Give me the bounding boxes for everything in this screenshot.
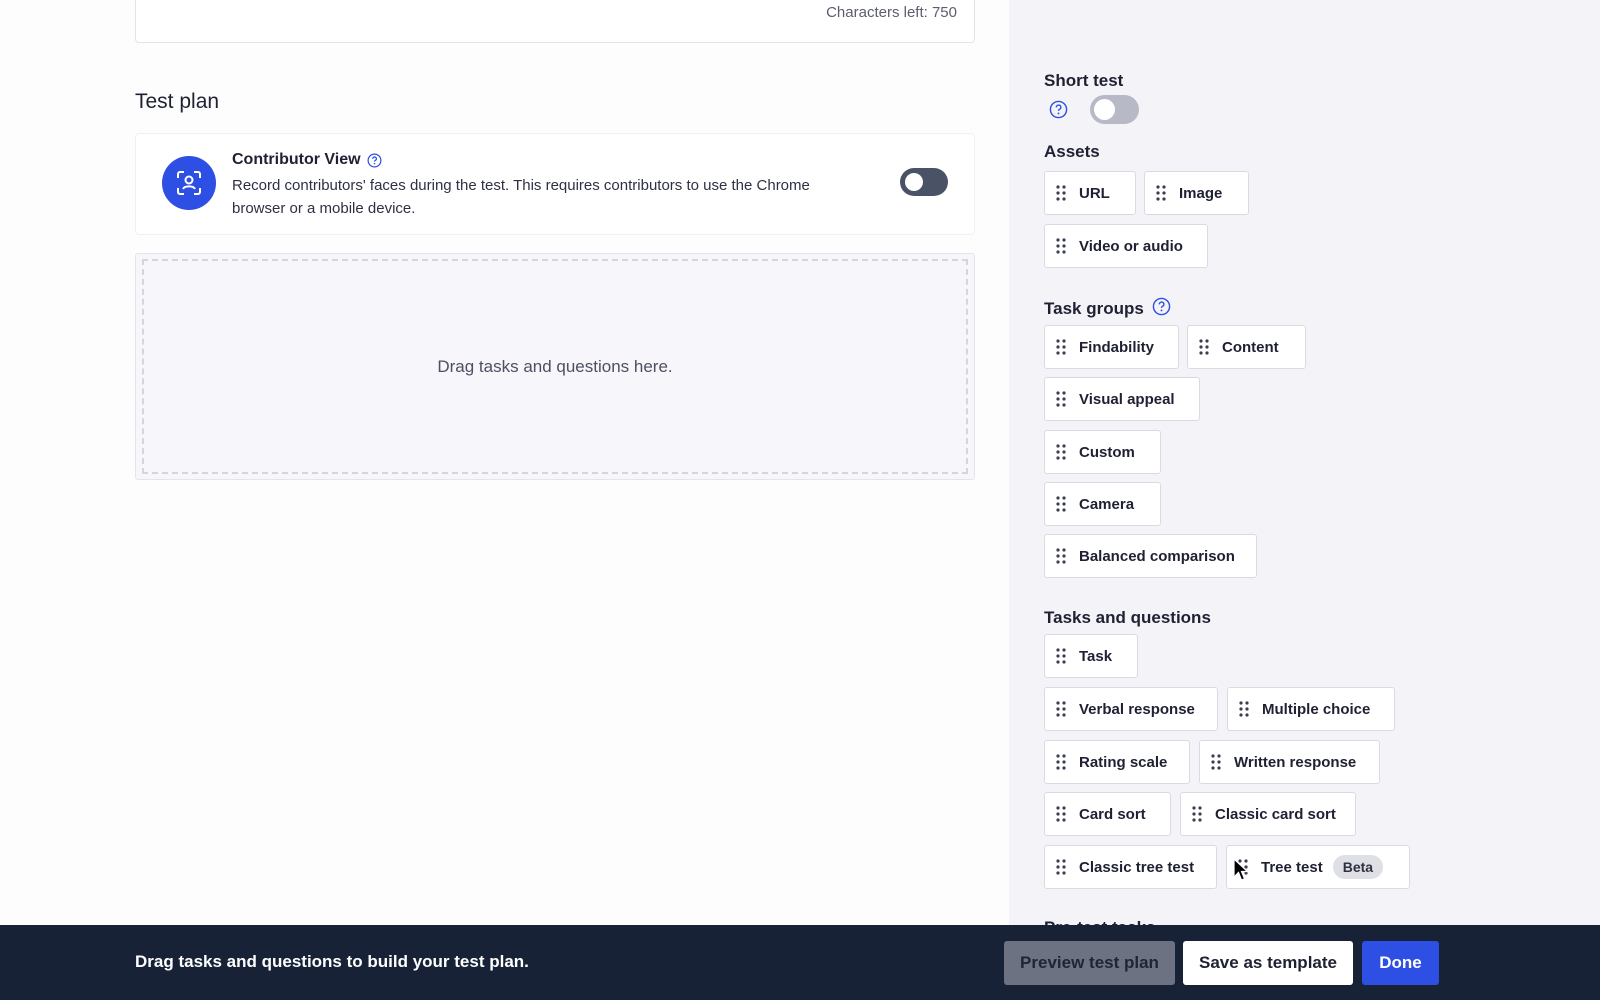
chip-label: Classic card sort (1215, 805, 1336, 823)
chip-label: Card sort (1079, 805, 1146, 823)
chip-label: Video or audio (1079, 237, 1183, 255)
question-chip-classic-card-sort[interactable]: Classic card sort (1180, 792, 1356, 836)
chip-label: Custom (1079, 443, 1135, 461)
contributor-view-description: Record contributors' faces during the te… (232, 177, 810, 217)
test-plan-dropzone[interactable]: Drag tasks and questions here. (135, 253, 975, 480)
contributor-view-toggle[interactable] (900, 168, 948, 196)
help-icon[interactable] (1152, 297, 1171, 321)
chip-label: Findability (1079, 338, 1154, 356)
done-button[interactable]: Done (1362, 941, 1439, 985)
chip-label: Visual appeal (1079, 390, 1175, 408)
short-test-heading: Short test (1044, 71, 1124, 90)
drag-grip-icon (1056, 806, 1066, 822)
task-groups-title: Task groups (1044, 299, 1144, 318)
chip-label: Balanced comparison (1079, 547, 1235, 565)
drag-grip-icon (1056, 701, 1066, 717)
asset-chip-url[interactable]: URL (1044, 171, 1136, 215)
bottom-action-bar: Drag tasks and questions to build your t… (0, 925, 1600, 1000)
question-chip-tree-test[interactable]: Tree test Beta (1226, 845, 1410, 889)
drag-grip-icon (1056, 444, 1066, 460)
question-chip-rating-scale[interactable]: Rating scale (1044, 740, 1190, 784)
task-group-chip-findability[interactable]: Findability (1044, 325, 1179, 369)
drag-grip-icon (1211, 754, 1221, 770)
help-icon[interactable] (367, 153, 382, 168)
task-groups-heading: Task groups (1044, 297, 1171, 321)
camera-face-icon (162, 156, 216, 210)
drag-grip-icon (1156, 185, 1166, 201)
drag-grip-icon (1056, 391, 1066, 407)
toggle-knob (905, 173, 923, 191)
chip-label: Image (1179, 184, 1223, 202)
drag-grip-icon (1056, 238, 1066, 254)
task-group-chip-camera[interactable]: Camera (1044, 482, 1161, 526)
chip-label: Multiple choice (1262, 700, 1371, 718)
bottom-bar-message: Drag tasks and questions to build your t… (135, 952, 529, 971)
main-content: Characters left: 750 Test plan Contribut… (0, 0, 1009, 1000)
task-library-sidebar: Short test Assets URL Image Video or aud… (1009, 0, 1600, 937)
characters-left-counter: Characters left: 750 (826, 4, 957, 21)
beta-badge: Beta (1332, 855, 1384, 879)
chip-label: Classic tree test (1079, 858, 1195, 876)
chip-label: Camera (1079, 495, 1135, 513)
chip-label: Task (1079, 647, 1113, 665)
chip-label: Rating scale (1079, 753, 1168, 771)
asset-chip-video-audio[interactable]: Video or audio (1044, 224, 1208, 268)
drag-grip-icon (1056, 185, 1066, 201)
question-chip-multiple-choice[interactable]: Multiple choice (1227, 687, 1395, 731)
drag-grip-icon (1056, 339, 1066, 355)
toggle-knob (1094, 99, 1115, 120)
drag-grip-icon (1239, 701, 1249, 717)
tasks-questions-heading: Tasks and questions (1044, 608, 1211, 627)
mouse-cursor-icon (1233, 857, 1250, 887)
question-chip-task[interactable]: Task (1044, 634, 1138, 678)
drag-grip-icon (1192, 806, 1202, 822)
contributor-view-title: Contributor View (232, 151, 361, 168)
question-chip-verbal-response[interactable]: Verbal response (1044, 687, 1218, 731)
question-chip-card-sort[interactable]: Card sort (1044, 792, 1171, 836)
save-as-template-button[interactable]: Save as template (1183, 941, 1353, 985)
preview-test-plan-button[interactable]: Preview test plan (1004, 941, 1175, 985)
assets-heading: Assets (1044, 142, 1100, 161)
contributor-view-heading: Contributor View (232, 151, 382, 169)
question-chip-written-response[interactable]: Written response (1199, 740, 1380, 784)
task-group-chip-visual-appeal[interactable]: Visual appeal (1044, 377, 1200, 421)
drag-grip-icon (1056, 496, 1066, 512)
chip-label: URL (1079, 184, 1110, 202)
contributor-view-card: Contributor View Record contributors' fa… (135, 133, 975, 235)
description-textarea[interactable]: Characters left: 750 (135, 0, 975, 43)
task-group-chip-custom[interactable]: Custom (1044, 430, 1161, 474)
help-icon[interactable] (1049, 100, 1068, 124)
drag-grip-icon (1056, 754, 1066, 770)
asset-chip-image[interactable]: Image (1144, 171, 1249, 215)
test-plan-title: Test plan (135, 90, 220, 113)
chip-label: Tree test (1261, 858, 1323, 876)
task-group-chip-content[interactable]: Content (1187, 325, 1306, 369)
chip-label: Content (1222, 338, 1279, 356)
chip-label: Verbal response (1079, 700, 1195, 718)
question-chip-classic-tree-test[interactable]: Classic tree test (1044, 845, 1217, 889)
dropzone-dashed-area: Drag tasks and questions here. (142, 259, 968, 474)
dropzone-hint: Drag tasks and questions here. (437, 356, 673, 376)
drag-grip-icon (1056, 648, 1066, 664)
drag-grip-icon (1199, 339, 1209, 355)
chip-label: Written response (1234, 753, 1357, 771)
short-test-toggle[interactable] (1090, 95, 1139, 124)
drag-grip-icon (1056, 548, 1066, 564)
drag-grip-icon (1056, 859, 1066, 875)
task-group-chip-balanced-comparison[interactable]: Balanced comparison (1044, 534, 1257, 578)
